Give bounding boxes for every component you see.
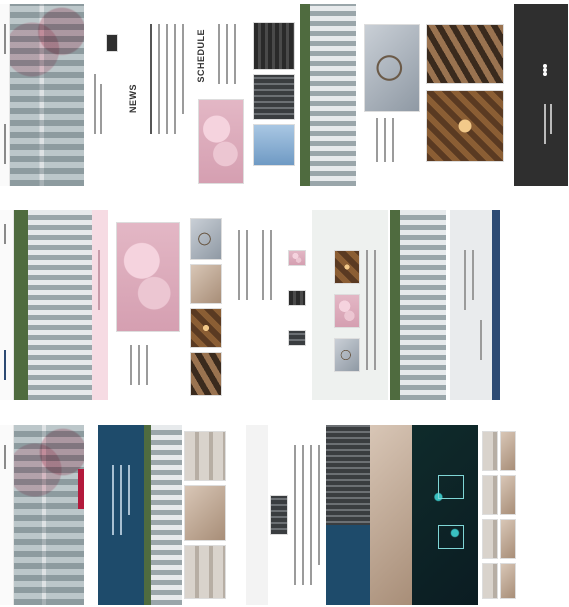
site-header (0, 210, 14, 400)
site-header (0, 4, 10, 186)
hero-image (10, 4, 84, 186)
photo-grid (480, 425, 518, 605)
feature-photo (426, 90, 504, 162)
about-photo (116, 222, 180, 332)
library-photo (326, 425, 370, 605)
page-preview-1: NEWS SCHEDULE (0, 4, 569, 186)
feature-photo (334, 338, 360, 372)
news-list (268, 425, 326, 605)
page-preview-3 (0, 425, 569, 605)
feature-photo (334, 294, 360, 328)
news-section: NEWS (122, 4, 192, 186)
photo-column (188, 210, 224, 400)
gallery-photo[interactable] (190, 218, 222, 260)
gallery-photo[interactable] (253, 124, 295, 166)
grid-photo[interactable] (482, 431, 498, 471)
menu-button[interactable] (106, 34, 118, 52)
gallery-photo[interactable] (253, 74, 295, 120)
campus-life-photo (370, 425, 412, 605)
info-section (450, 210, 492, 400)
gallery-photo[interactable] (184, 485, 226, 541)
grid-photo[interactable] (482, 563, 498, 599)
grid-photo[interactable] (500, 475, 516, 515)
site-header (0, 425, 14, 605)
library-caption-panel (326, 525, 370, 605)
schedule-section: SCHEDULE (192, 4, 248, 186)
hero-image (14, 210, 92, 400)
grid-photo[interactable] (500, 563, 516, 599)
gallery-photo[interactable] (184, 545, 226, 599)
site-footer (492, 210, 500, 400)
about-section (110, 210, 184, 400)
feature-photos (424, 4, 506, 186)
announcement-bar (92, 210, 108, 400)
intro-section (88, 4, 122, 186)
schedule-heading: SCHEDULE (196, 29, 206, 83)
research-box[interactable] (438, 525, 464, 549)
feature-photo (426, 24, 504, 84)
page-preview-2 (0, 210, 569, 400)
campus-photo (144, 425, 182, 605)
grid-photo[interactable] (500, 431, 516, 471)
gallery-column (250, 4, 298, 186)
grid-photo[interactable] (500, 519, 516, 559)
grid-photo[interactable] (482, 475, 498, 515)
gallery-photo[interactable] (190, 264, 222, 304)
feature-section (360, 4, 422, 186)
news-thumb[interactable] (288, 330, 306, 346)
news-thumb[interactable] (270, 495, 288, 535)
feature-photo (364, 24, 420, 112)
research-box[interactable] (438, 475, 464, 499)
social-icons[interactable] (536, 64, 554, 76)
site-footer (514, 4, 568, 186)
research-section (412, 425, 478, 605)
intro-panel (98, 425, 144, 605)
news-thumb[interactable] (288, 290, 306, 306)
news-list (228, 210, 308, 400)
news-heading: NEWS (128, 84, 138, 113)
side-panel (246, 425, 268, 605)
gallery-photo[interactable] (190, 352, 222, 396)
hero-image (14, 425, 84, 605)
campus-photo (300, 4, 356, 186)
gallery-photo[interactable] (253, 22, 295, 70)
gallery-photo[interactable] (190, 308, 222, 348)
grid-photo[interactable] (482, 519, 498, 559)
classroom-gallery (182, 425, 228, 605)
schedule-photo (198, 99, 244, 184)
feature-section (312, 210, 388, 400)
gallery-photo[interactable] (184, 431, 226, 481)
campus-photo (390, 210, 446, 400)
accent-marker (78, 469, 84, 509)
news-thumb[interactable] (288, 250, 306, 266)
feature-photo (334, 250, 360, 284)
